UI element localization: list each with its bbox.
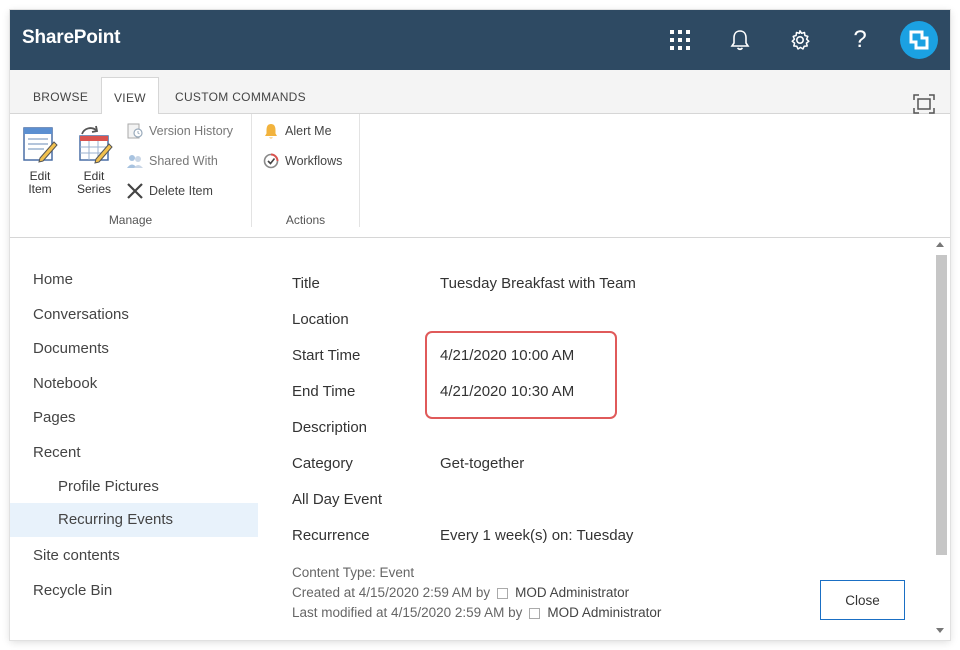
- workflows-button[interactable]: Workflows: [262, 150, 342, 172]
- modified-text: Last modified at 4/15/2020 2:59 AM by: [292, 605, 523, 620]
- field-value-title: Tuesday Breakfast with Team: [440, 275, 636, 292]
- bell-icon[interactable]: [724, 24, 756, 56]
- edit-item-button[interactable]: Edit Item: [15, 124, 65, 196]
- delete-item-label: Delete Item: [149, 184, 213, 198]
- group-label-actions: Actions: [285, 213, 326, 227]
- created-by-link[interactable]: MOD Administrator: [515, 583, 629, 603]
- group-label-manage: Manage: [108, 213, 153, 227]
- presence-icon: [529, 607, 541, 619]
- field-label-location: Location: [292, 311, 349, 328]
- focus-on-content-icon[interactable]: [912, 93, 936, 115]
- field-value-recurrence: Every 1 week(s) on: Tuesday: [440, 527, 634, 544]
- close-button[interactable]: Close: [820, 580, 905, 620]
- created-text: Created at 4/15/2020 2:59 AM by: [292, 585, 491, 600]
- version-history-button[interactable]: Version History: [126, 120, 233, 142]
- app-title[interactable]: SharePoint: [22, 27, 121, 49]
- modified-line: Last modified at 4/15/2020 2:59 AM by MO…: [292, 603, 661, 623]
- field-label-recurrence: Recurrence: [292, 527, 370, 544]
- ribbon: Edit Item Edit Series Version History Sh…: [10, 114, 950, 238]
- alert-me-button[interactable]: Alert Me: [262, 120, 332, 142]
- shared-with-button[interactable]: Shared With: [126, 150, 218, 172]
- nav-item-profile-pictures[interactable]: Profile Pictures: [10, 470, 258, 504]
- edit-series-button[interactable]: Edit Series: [69, 124, 119, 196]
- created-line: Created at 4/15/2020 2:59 AM by MOD Admi…: [292, 583, 629, 603]
- tab-custom-commands[interactable]: CUSTOM COMMANDS: [163, 77, 318, 106]
- user-logo-icon: [909, 30, 929, 50]
- field-label-all-day-event: All Day Event: [292, 491, 383, 508]
- workflows-label: Workflows: [285, 154, 343, 168]
- modified-by-link[interactable]: MOD Administrator: [547, 603, 661, 623]
- left-navigation: Home Conversations Documents Notebook Pa…: [10, 238, 258, 640]
- ribbon-group-manage: Edit Item Edit Series Version History Sh…: [10, 114, 252, 227]
- delete-item-button[interactable]: Delete Item: [126, 180, 213, 202]
- alert-bell-icon: [262, 122, 280, 140]
- nav-item-recycle-bin[interactable]: Recycle Bin: [10, 574, 258, 608]
- nav-item-recent[interactable]: Recent: [10, 436, 258, 470]
- nav-item-site-contents[interactable]: Site contents: [10, 539, 258, 573]
- edit-item-label-2: Item: [28, 182, 52, 196]
- field-label-start-time: Start Time: [292, 347, 361, 364]
- shared-with-icon: [126, 152, 144, 170]
- ribbon-group-actions: Alert Me Workflows Actions: [252, 114, 360, 227]
- edit-series-icon: [74, 124, 114, 164]
- delete-x-icon: [126, 182, 144, 200]
- version-history-icon: [126, 122, 144, 140]
- suite-bar: SharePoint ?: [10, 10, 950, 70]
- app-launcher-icon[interactable]: [664, 24, 696, 56]
- scroll-down-arrow-icon[interactable]: [936, 628, 944, 633]
- shared-with-label: Shared With: [149, 154, 218, 168]
- help-icon[interactable]: ?: [844, 24, 876, 56]
- field-label-end-time: End Time: [292, 383, 356, 400]
- workflows-icon: [262, 152, 280, 170]
- ribbon-tabbar: BROWSE VIEW CUSTOM COMMANDS: [10, 70, 950, 115]
- field-label-description: Description: [292, 419, 368, 436]
- nav-item-conversations[interactable]: Conversations: [10, 298, 258, 332]
- tab-browse[interactable]: BROWSE: [21, 77, 100, 106]
- edit-series-label-2: Series: [76, 182, 111, 196]
- nav-item-notebook[interactable]: Notebook: [10, 367, 258, 401]
- alert-me-label: Alert Me: [285, 124, 332, 138]
- time-highlight-box: [425, 331, 617, 419]
- gear-icon[interactable]: [784, 24, 816, 56]
- nav-item-recurring-events[interactable]: Recurring Events: [10, 503, 258, 537]
- scrollbar-thumb[interactable]: [936, 255, 947, 555]
- tab-view[interactable]: VIEW: [101, 77, 159, 115]
- nav-item-pages[interactable]: Pages: [10, 401, 258, 435]
- version-history-label: Version History: [149, 124, 234, 138]
- scroll-up-arrow-icon[interactable]: [936, 242, 944, 247]
- edit-item-icon: [20, 124, 60, 164]
- item-dialog: SharePoint ? BROWSE VIEW CUSTOM COMMANDS…: [10, 10, 950, 640]
- nav-item-home[interactable]: Home: [10, 263, 258, 297]
- user-avatar[interactable]: [900, 21, 938, 59]
- nav-item-documents[interactable]: Documents: [10, 332, 258, 366]
- field-label-title: Title: [292, 275, 320, 292]
- field-value-category: Get-together: [440, 455, 525, 472]
- presence-icon: [497, 587, 509, 599]
- field-label-category: Category: [292, 455, 353, 472]
